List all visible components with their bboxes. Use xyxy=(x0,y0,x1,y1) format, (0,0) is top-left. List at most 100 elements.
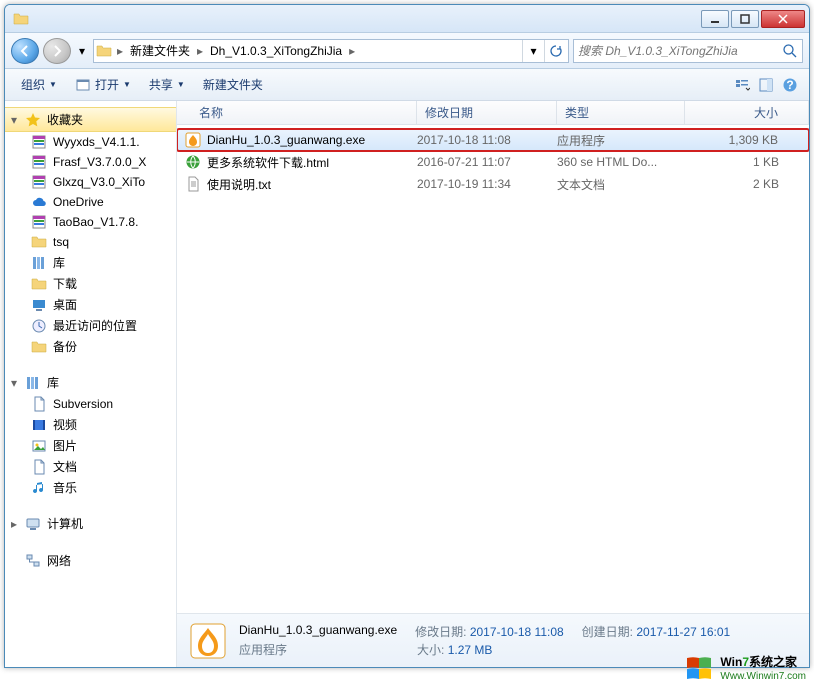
organize-button[interactable]: 组织▼ xyxy=(13,73,65,97)
sidebar-head-computer[interactable]: ▸ 计算机 xyxy=(5,512,176,535)
sidebar-group-network: 网络 xyxy=(5,549,176,572)
details-size-label: 大小: xyxy=(417,643,444,657)
search-input[interactable] xyxy=(578,44,782,58)
col-size[interactable]: 大小 xyxy=(685,101,809,124)
share-button[interactable]: 共享▼ xyxy=(141,73,193,97)
address-dropdown[interactable]: ▾ xyxy=(522,40,544,62)
file-type: 文本文档 xyxy=(557,176,685,193)
address-bar[interactable]: ▸ 新建文件夹 ▸ Dh_V1.0.3_XiTongZhiJia ▸ ▾ xyxy=(93,39,569,63)
breadcrumb-sep[interactable]: ▸ xyxy=(194,44,206,58)
file-size: 1,309 KB xyxy=(685,133,808,147)
back-button[interactable] xyxy=(11,38,39,64)
sidebar-item-label: 音乐 xyxy=(53,479,77,496)
sidebar-item-label: 图片 xyxy=(53,437,77,454)
preview-pane-button[interactable] xyxy=(755,74,777,96)
file-exe-icon xyxy=(187,620,229,662)
sidebar-item[interactable]: 桌面 xyxy=(5,294,176,315)
sidebar-item[interactable]: TaoBao_V1.7.8. xyxy=(5,212,176,232)
forward-button[interactable] xyxy=(43,38,71,64)
breadcrumb-sep[interactable]: ▸ xyxy=(114,44,126,58)
collapse-icon[interactable]: ▾ xyxy=(9,378,19,388)
sidebar-item-label: TaoBao_V1.7.8. xyxy=(53,215,138,229)
body: ▾ 收藏夹 Wyyxds_V4.1.1. Frasf_V3.7.0.0_X Glxz… xyxy=(5,101,809,667)
sidebar-group-favorites: ▾ 收藏夹 Wyyxds_V4.1.1. Frasf_V3.7.0.0_X Glxz… xyxy=(5,107,176,357)
sidebar-head-favorites[interactable]: ▾ 收藏夹 xyxy=(5,107,176,132)
table-row[interactable]: 使用说明.txt2017-10-19 11:34文本文档2 KB xyxy=(177,173,809,195)
minimize-button[interactable] xyxy=(701,10,729,28)
history-dropdown[interactable]: ▾ xyxy=(75,38,89,64)
details-filetype: 应用程序 xyxy=(239,641,287,658)
help-button[interactable]: ? xyxy=(779,74,801,96)
sidebar-label: 计算机 xyxy=(47,515,83,532)
sidebar-item[interactable]: 下载 xyxy=(5,273,176,294)
details-mdate-label: 修改日期: xyxy=(415,625,466,639)
refresh-button[interactable] xyxy=(544,40,566,62)
close-button[interactable] xyxy=(761,10,805,28)
sidebar-item-label: Frasf_V3.7.0.0_X xyxy=(53,155,146,169)
sidebar[interactable]: ▾ 收藏夹 Wyyxds_V4.1.1. Frasf_V3.7.0.0_X Glxz… xyxy=(5,101,177,667)
sidebar-item[interactable]: Glxzq_V3.0_XiTo xyxy=(5,172,176,192)
sidebar-item[interactable]: 库 xyxy=(5,252,176,273)
sidebar-item[interactable]: Subversion xyxy=(5,394,176,414)
table-row[interactable]: 更多系统软件下载.html2016-07-21 11:07360 se HTML… xyxy=(177,151,809,173)
col-name[interactable]: 名称 xyxy=(177,101,417,124)
view-options-button[interactable] xyxy=(731,74,753,96)
sidebar-item[interactable]: 图片 xyxy=(5,435,176,456)
details-size: 1.27 MB xyxy=(448,643,493,657)
sidebar-item[interactable]: tsq xyxy=(5,232,176,252)
sidebar-item[interactable]: 视频 xyxy=(5,414,176,435)
open-button[interactable]: 打开▼ xyxy=(67,73,139,97)
col-type[interactable]: 类型 xyxy=(557,101,685,124)
sidebar-head-libraries[interactable]: ▾ 库 xyxy=(5,371,176,394)
sidebar-item[interactable]: 备份 xyxy=(5,336,176,357)
sidebar-item-label: 文档 xyxy=(53,458,77,475)
sidebar-item-label: 下载 xyxy=(53,275,77,292)
sidebar-item-label: Subversion xyxy=(53,397,113,411)
file-name: 更多系统软件下载.html xyxy=(207,154,329,171)
svg-text:?: ? xyxy=(786,78,793,92)
collapse-icon[interactable]: ▾ xyxy=(9,115,19,125)
search-box[interactable] xyxy=(573,39,803,63)
breadcrumb[interactable]: 新建文件夹 xyxy=(126,41,194,61)
explorer-window: ▾ ▸ 新建文件夹 ▸ Dh_V1.0.3_XiTongZhiJia ▸ ▾ 组… xyxy=(4,4,810,668)
sidebar-label: 收藏夹 xyxy=(47,111,83,128)
search-icon[interactable] xyxy=(782,43,798,59)
sidebar-item[interactable]: 最近访问的位置 xyxy=(5,315,176,336)
expand-icon[interactable]: ▸ xyxy=(9,519,19,529)
details-pane: DianHu_1.0.3_guanwang.exe 修改日期: 2017-10-… xyxy=(177,613,809,667)
sidebar-group-libraries: ▾ 库 Subversion 视频图片文档音乐 xyxy=(5,371,176,498)
column-headers: 名称 修改日期 类型 大小 xyxy=(177,101,809,125)
sidebar-item-label: 备份 xyxy=(53,338,77,355)
breadcrumb-sep[interactable]: ▸ xyxy=(346,44,358,58)
file-date: 2017-10-19 11:34 xyxy=(417,177,557,191)
sidebar-item[interactable]: 文档 xyxy=(5,456,176,477)
open-icon xyxy=(75,77,91,93)
new-folder-button[interactable]: 新建文件夹 xyxy=(195,73,271,97)
sidebar-item[interactable]: 音乐 xyxy=(5,477,176,498)
sidebar-item[interactable]: Frasf_V3.7.0.0_X xyxy=(5,152,176,172)
file-name: 使用说明.txt xyxy=(207,176,271,193)
table-row[interactable]: DianHu_1.0.3_guanwang.exe 2017-10-18 11:0… xyxy=(177,129,809,151)
star-icon xyxy=(25,112,41,128)
content-pane: 名称 修改日期 类型 大小 DianHu_1.0.3_guanwang.exe 2… xyxy=(177,101,809,667)
sidebar-item-label: Glxzq_V3.0_XiTo xyxy=(53,175,145,189)
sidebar-head-network[interactable]: 网络 xyxy=(5,549,176,572)
sidebar-item[interactable]: OneDrive xyxy=(5,192,176,212)
file-name: DianHu_1.0.3_guanwang.exe xyxy=(207,133,365,147)
sidebar-group-computer: ▸ 计算机 xyxy=(5,512,176,535)
col-date[interactable]: 修改日期 xyxy=(417,101,557,124)
computer-icon xyxy=(25,516,41,532)
sidebar-label: 网络 xyxy=(47,552,71,569)
sidebar-item[interactable]: Wyyxds_V4.1.1. xyxy=(5,132,176,152)
library-icon xyxy=(25,375,41,391)
file-date: 2017-10-18 11:08 xyxy=(417,133,557,147)
file-list[interactable]: DianHu_1.0.3_guanwang.exe 2017-10-18 11:0… xyxy=(177,125,809,613)
maximize-button[interactable] xyxy=(731,10,759,28)
sidebar-item-label: 最近访问的位置 xyxy=(53,317,137,334)
sidebar-item-label: OneDrive xyxy=(53,195,104,209)
folder-icon xyxy=(13,11,29,27)
toolbar: 组织▼ 打开▼ 共享▼ 新建文件夹 ? xyxy=(5,69,809,101)
sidebar-item-label: tsq xyxy=(53,235,69,249)
breadcrumb[interactable]: Dh_V1.0.3_XiTongZhiJia xyxy=(206,41,346,61)
sidebar-item-label: 视频 xyxy=(53,416,77,433)
